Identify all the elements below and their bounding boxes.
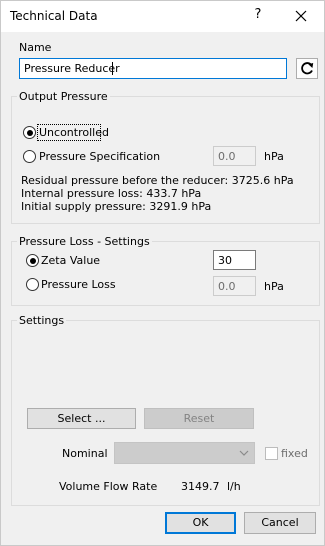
output-pressure-legend: Output Pressure bbox=[17, 90, 110, 103]
pressure-loss-radio[interactable] bbox=[26, 278, 39, 291]
zeta-value: 30 bbox=[218, 254, 232, 267]
pressure-loss-group bbox=[11, 241, 320, 306]
refresh-icon bbox=[301, 62, 314, 75]
select-button[interactable]: Select ... bbox=[27, 408, 136, 429]
close-icon bbox=[295, 10, 307, 22]
zeta-input[interactable]: 30 bbox=[213, 250, 256, 270]
ok-button[interactable]: OK bbox=[165, 512, 236, 534]
internal-loss-text: Internal pressure loss: 433.7 hPa bbox=[21, 187, 202, 200]
nominal-select[interactable] bbox=[114, 442, 255, 464]
pressure-loss-label[interactable]: Pressure Loss bbox=[41, 278, 116, 291]
close-button[interactable] bbox=[287, 4, 315, 28]
flow-rate-unit: l/h bbox=[227, 480, 241, 493]
pressure-loss-value: 0.0 bbox=[218, 280, 236, 293]
refresh-button[interactable] bbox=[296, 58, 318, 79]
flow-rate-label: Volume Flow Rate bbox=[59, 480, 158, 493]
pressure-loss-input[interactable]: 0.0 bbox=[213, 276, 256, 296]
pressure-spec-radio[interactable] bbox=[23, 150, 36, 163]
fixed-label: fixed bbox=[281, 447, 308, 460]
supply-pressure-text: Initial supply pressure: 3291.9 hPa bbox=[21, 200, 212, 213]
window-title: Technical Data bbox=[10, 9, 98, 23]
dialog-window: Technical Data ? Name Pressure Reducer O… bbox=[0, 0, 325, 546]
pressure-spec-label[interactable]: Pressure Specification bbox=[39, 150, 160, 163]
pressure-spec-unit: hPa bbox=[264, 150, 284, 163]
zeta-radio[interactable] bbox=[26, 254, 39, 267]
uncontrolled-label[interactable]: Uncontrolled bbox=[39, 126, 109, 139]
zeta-label[interactable]: Zeta Value bbox=[41, 254, 100, 267]
pressure-loss-legend: Pressure Loss - Settings bbox=[17, 235, 152, 248]
settings-legend: Settings bbox=[17, 314, 67, 327]
name-label: Name bbox=[19, 41, 52, 54]
nominal-label: Nominal bbox=[62, 447, 108, 460]
name-input[interactable]: Pressure Reducer bbox=[19, 58, 287, 79]
name-input-value: Pressure Reducer bbox=[24, 62, 120, 75]
pressure-spec-value: 0.0 bbox=[218, 150, 236, 163]
pressure-loss-unit: hPa bbox=[264, 280, 284, 293]
pressure-spec-input[interactable]: 0.0 bbox=[213, 146, 256, 166]
chevron-down-icon bbox=[239, 450, 249, 456]
cancel-button[interactable]: Cancel bbox=[244, 512, 316, 534]
help-button[interactable]: ? bbox=[250, 7, 266, 22]
reset-button[interactable]: Reset bbox=[144, 408, 254, 429]
title-bar: Technical Data ? bbox=[1, 1, 324, 32]
flow-rate-value: 3149.7 bbox=[181, 480, 220, 493]
residual-pressure-text: Residual pressure before the reducer: 37… bbox=[21, 174, 294, 187]
uncontrolled-radio[interactable] bbox=[23, 126, 36, 139]
fixed-checkbox[interactable] bbox=[265, 447, 278, 460]
text-caret bbox=[112, 62, 113, 75]
